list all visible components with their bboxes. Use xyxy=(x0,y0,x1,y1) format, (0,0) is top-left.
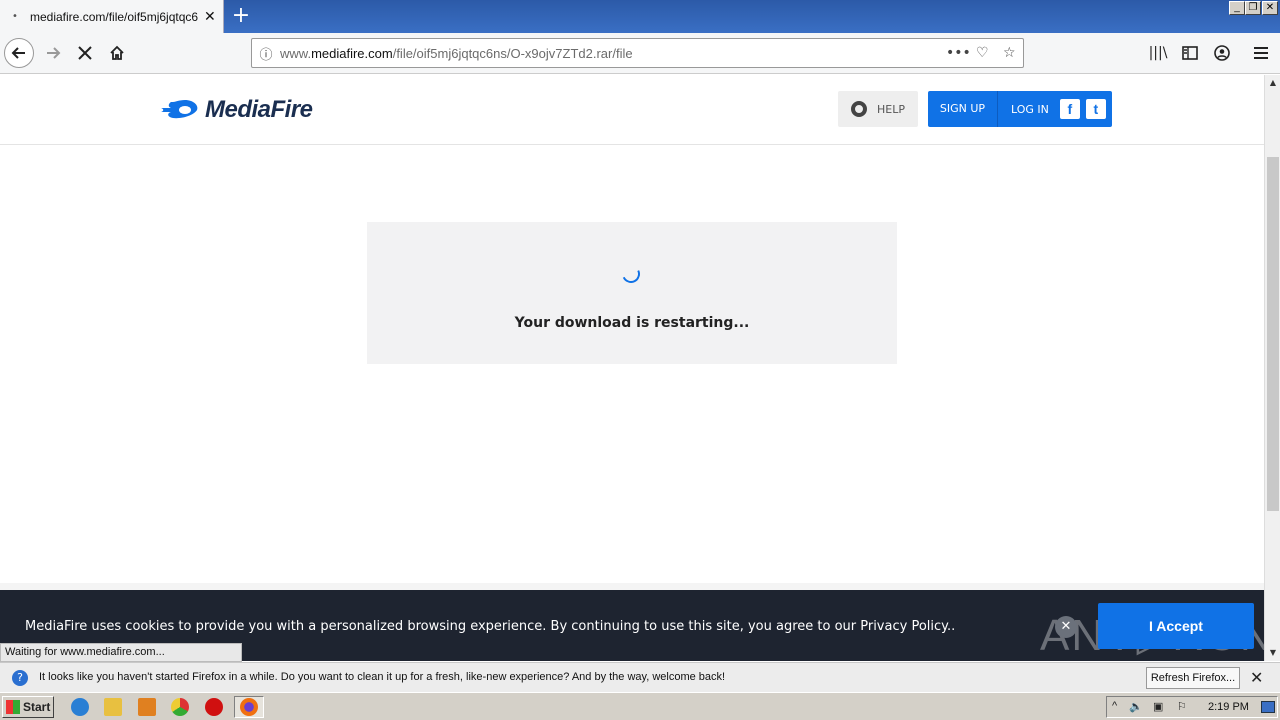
forward-button[interactable] xyxy=(38,38,68,68)
tray-expand-icon[interactable]: ^ xyxy=(1112,700,1117,712)
url-text: www.mediafire.com/file/oif5mj6jqtqc6ns/O… xyxy=(280,45,633,61)
new-tab-button[interactable]: + xyxy=(228,4,254,28)
opera-icon[interactable] xyxy=(205,698,223,716)
menu-button[interactable] xyxy=(1246,38,1276,68)
cookie-close-icon[interactable]: ✕ xyxy=(1055,616,1077,638)
log-in-button[interactable]: LOG IN xyxy=(1011,103,1049,116)
sign-up-button[interactable]: SIGN UP xyxy=(928,91,998,127)
account-icon xyxy=(1214,45,1230,61)
twitter-icon[interactable]: t xyxy=(1085,99,1106,119)
pocket-icon[interactable]: ♡ xyxy=(976,45,989,61)
lifebuoy-icon xyxy=(851,101,867,117)
sidebar-icon xyxy=(1182,46,1198,60)
scroll-down-icon[interactable]: ▼ xyxy=(1265,645,1280,661)
start-button[interactable]: Start xyxy=(2,696,54,718)
show-desktop-icon[interactable] xyxy=(1261,701,1275,713)
hamburger-icon xyxy=(1254,47,1268,59)
volume-icon[interactable]: 🔈 xyxy=(1129,700,1143,713)
status-text: Waiting for www.mediafire.com... xyxy=(0,643,242,662)
download-restarting-text: Your download is restarting... xyxy=(514,315,750,331)
tab-bar: • mediafire.com/file/oif5mj6jqtqc6ns ✕ +… xyxy=(0,0,1280,33)
notification-message: It looks like you haven't started Firefo… xyxy=(39,671,726,683)
restore-button[interactable]: ❐ xyxy=(1245,1,1261,15)
facebook-icon[interactable]: f xyxy=(1059,99,1080,119)
windows-logo-icon xyxy=(6,700,20,714)
page-scrollbar[interactable]: ▲ ▼ xyxy=(1264,75,1280,661)
notification-bar: ? It looks like you haven't started Fire… xyxy=(0,662,1280,692)
window-close-button[interactable]: ✕ xyxy=(1262,1,1278,15)
home-icon xyxy=(110,45,124,60)
arrow-right-icon xyxy=(47,47,61,59)
firefox-icon xyxy=(240,698,258,716)
download-notice: Your download is restarting... xyxy=(367,222,897,364)
help-label: HELP xyxy=(877,102,905,116)
refresh-firefox-button[interactable]: Refresh Firefox... xyxy=(1146,667,1240,689)
web-page: MediaFire HELP SIGN UP LOG IN f t Your d… xyxy=(0,75,1264,661)
ie-icon[interactable] xyxy=(71,698,89,716)
help-button[interactable]: HELP xyxy=(838,91,918,127)
arrow-left-icon xyxy=(11,47,25,59)
tab-mediafire[interactable]: • mediafire.com/file/oif5mj6jqtqc6ns ✕ xyxy=(0,0,224,33)
minimize-button[interactable]: _ xyxy=(1229,1,1245,15)
navigation-toolbar: ⓘ www.mediafire.com/file/oif5mj6jqtqc6ns… xyxy=(0,33,1280,74)
taskbar: Start ^ 🔈 ▣ ⚐ 2:19 PM xyxy=(0,692,1280,720)
account-button[interactable] xyxy=(1207,38,1237,68)
auth-buttons: SIGN UP LOG IN f t xyxy=(928,91,1112,127)
site-header: MediaFire HELP SIGN UP LOG IN f t xyxy=(0,75,1264,145)
library-icon: |||\ xyxy=(1148,45,1168,61)
clock[interactable]: 2:19 PM xyxy=(1208,701,1249,713)
start-label: Start xyxy=(23,700,51,714)
action-center-flag-icon[interactable]: ⚐ xyxy=(1177,700,1187,713)
tab-title: mediafire.com/file/oif5mj6jqtqc6ns xyxy=(30,9,198,24)
system-tray: ^ 🔈 ▣ ⚐ 2:19 PM xyxy=(1106,696,1278,718)
sidebar-button[interactable] xyxy=(1175,38,1205,68)
logo-wordmark: MediaFire xyxy=(205,96,313,123)
media-player-icon[interactable] xyxy=(138,698,156,716)
question-icon: ? xyxy=(12,670,28,686)
accept-cookies-button[interactable]: I Accept xyxy=(1098,603,1254,649)
scroll-up-icon[interactable]: ▲ xyxy=(1265,75,1280,91)
firefox-task-button[interactable] xyxy=(234,696,264,718)
flame-logo-icon xyxy=(157,100,198,119)
url-bar[interactable]: ⓘ www.mediafire.com/file/oif5mj6jqtqc6ns… xyxy=(251,38,1024,68)
library-button[interactable]: |||\ xyxy=(1143,38,1173,68)
loading-icon: • xyxy=(12,11,18,22)
info-icon[interactable]: ⓘ xyxy=(252,44,280,63)
back-button[interactable] xyxy=(4,38,34,68)
home-button[interactable] xyxy=(102,38,132,68)
mediafire-logo[interactable]: MediaFire xyxy=(155,95,313,125)
stop-icon xyxy=(78,46,92,60)
cookie-message: MediaFire uses cookies to provide you wi… xyxy=(25,619,956,634)
network-icon[interactable]: ▣ xyxy=(1153,700,1163,713)
bookmark-star-icon[interactable]: ☆ xyxy=(1003,45,1016,61)
chrome-icon[interactable] xyxy=(171,698,189,716)
tab-close-icon[interactable]: ✕ xyxy=(204,9,216,25)
loading-spinner-icon xyxy=(619,262,643,286)
scroll-thumb[interactable] xyxy=(1267,157,1279,511)
explorer-icon[interactable] xyxy=(104,698,122,716)
stop-button[interactable] xyxy=(70,38,100,68)
notification-close-icon[interactable]: ✕ xyxy=(1250,668,1263,687)
more-actions-icon[interactable]: ••• xyxy=(946,45,971,61)
